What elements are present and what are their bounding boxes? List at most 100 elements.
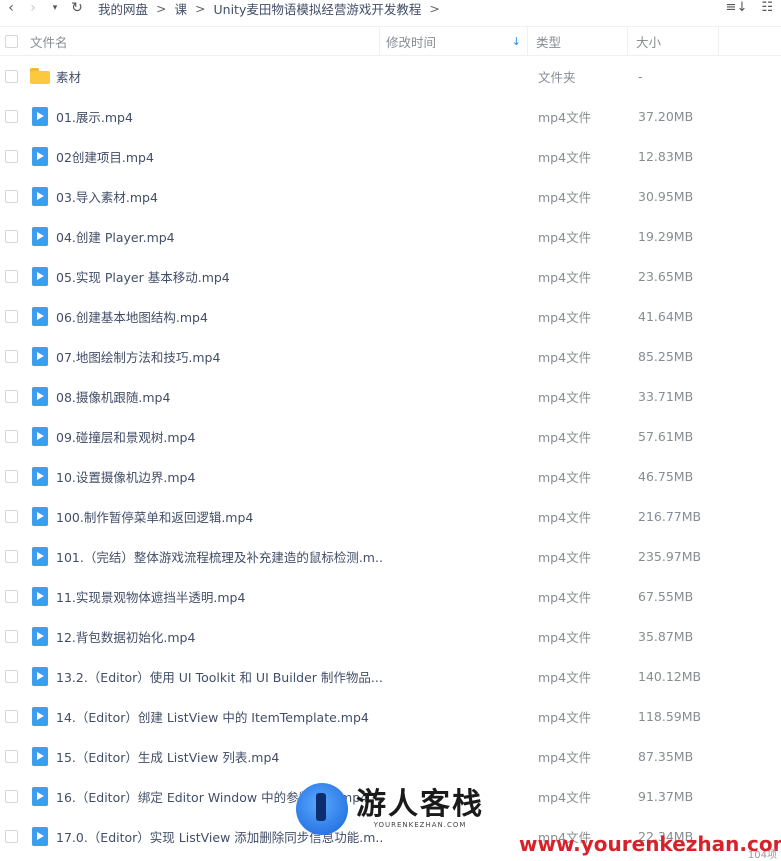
file-icon-cell <box>24 106 56 126</box>
row-checkbox[interactable] <box>4 429 18 443</box>
breadcrumb-item-root[interactable]: 我的网盘 <box>98 0 148 18</box>
file-icon-cell <box>24 68 56 84</box>
row-checkbox[interactable] <box>4 549 18 563</box>
column-header-size[interactable]: 大小 <box>628 27 719 55</box>
file-name[interactable]: 09.碰撞层和景观树.mp4 <box>56 427 382 446</box>
file-row[interactable]: 素材 文件夹 - <box>0 56 781 96</box>
file-row[interactable]: 08.摄像机跟随.mp4 mp4文件 33.71MB <box>0 376 781 416</box>
row-checkbox[interactable] <box>4 709 18 723</box>
file-type: mp4文件 <box>538 429 592 445</box>
file-size: 67.55MB <box>638 588 694 604</box>
row-checkbox[interactable] <box>4 189 18 203</box>
row-checkbox[interactable] <box>4 349 18 363</box>
watermark-logo-icon <box>296 783 348 835</box>
video-file-icon <box>32 786 48 806</box>
row-checkbox[interactable] <box>4 669 18 683</box>
file-row[interactable]: 11.实现景观物体遮挡半透明.mp4 mp4文件 67.55MB <box>0 576 781 616</box>
file-name[interactable]: 07.地图绘制方法和技巧.mp4 <box>56 347 382 366</box>
row-checkbox[interactable] <box>4 269 18 283</box>
file-size: 35.87MB <box>638 628 694 644</box>
file-row[interactable]: 05.实现 Player 基本移动.mp4 mp4文件 23.65MB <box>0 256 781 296</box>
file-icon-cell <box>24 186 56 206</box>
row-select-cell <box>0 789 22 803</box>
row-checkbox[interactable] <box>4 109 18 123</box>
row-checkbox[interactable] <box>4 789 18 803</box>
video-file-icon <box>32 506 48 526</box>
file-row[interactable]: 03.导入素材.mp4 mp4文件 30.95MB <box>0 176 781 216</box>
row-select-cell <box>0 269 22 283</box>
row-checkbox[interactable] <box>4 749 18 763</box>
grid-view-icon[interactable]: ☷ <box>761 0 773 15</box>
video-file-icon <box>32 106 48 126</box>
sort-order-icon[interactable]: ≡↓ <box>726 0 748 15</box>
breadcrumb-item-current[interactable]: Unity麦田物语模拟经营游戏开发教程 <box>214 0 422 18</box>
file-name[interactable]: 02创建项目.mp4 <box>56 147 382 166</box>
file-row[interactable]: 02创建项目.mp4 mp4文件 12.83MB <box>0 136 781 176</box>
file-name[interactable]: 13.2.（Editor）使用 UI Toolkit 和 UI Builder … <box>56 667 382 686</box>
file-row[interactable]: 07.地图绘制方法和技巧.mp4 mp4文件 85.25MB <box>0 336 781 376</box>
file-name[interactable]: 100.制作暂停菜单和返回逻辑.mp4 <box>56 507 382 526</box>
column-header-type[interactable]: 类型 <box>528 27 628 55</box>
file-name[interactable]: 05.实现 Player 基本移动.mp4 <box>56 267 382 286</box>
row-checkbox[interactable] <box>4 509 18 523</box>
caret-down-icon: ▾ <box>52 3 58 13</box>
file-name[interactable]: 14.（Editor）创建 ListView 中的 ItemTemplate.m… <box>56 707 382 726</box>
row-select-cell <box>0 109 22 123</box>
history-dropdown-button[interactable]: ▾ <box>44 0 66 16</box>
video-file-icon <box>32 226 48 246</box>
row-select-cell <box>0 429 22 443</box>
row-checkbox[interactable] <box>4 389 18 403</box>
row-checkbox[interactable] <box>4 829 18 843</box>
file-name[interactable]: 101.（完结）整体游戏流程梳理及补充建造的鼠标检测.m... <box>56 547 382 566</box>
file-row[interactable]: 01.展示.mp4 mp4文件 37.20MB <box>0 96 781 136</box>
row-select-cell <box>0 509 22 523</box>
file-row[interactable]: 13.2.（Editor）使用 UI Toolkit 和 UI Builder … <box>0 656 781 696</box>
row-checkbox[interactable] <box>4 469 18 483</box>
file-list: 素材 文件夹 - 01.展示.mp4 mp4文件 37.20MB 02创建项目.mp4 mp4… <box>0 56 781 856</box>
row-select-cell <box>0 349 22 363</box>
file-name[interactable]: 10.设置摄像机边界.mp4 <box>56 467 382 486</box>
file-row[interactable]: 15.（Editor）生成 ListView 列表.mp4 mp4文件 87.35M… <box>0 736 781 776</box>
file-row[interactable]: 04.创建 Player.mp4 mp4文件 19.29MB <box>0 216 781 256</box>
watermark-url: www.yourenkezhan.com <box>519 832 781 856</box>
file-name[interactable]: 03.导入素材.mp4 <box>56 187 382 206</box>
row-select-cell <box>0 829 22 843</box>
file-name[interactable]: 04.创建 Player.mp4 <box>56 227 382 246</box>
file-icon-cell <box>24 586 56 606</box>
back-button[interactable]: ‹ <box>0 0 22 16</box>
file-row[interactable]: 10.设置摄像机边界.mp4 mp4文件 46.75MB <box>0 456 781 496</box>
file-type: mp4文件 <box>538 629 592 645</box>
file-name[interactable]: 15.（Editor）生成 ListView 列表.mp4 <box>56 747 382 766</box>
file-row[interactable]: 101.（完结）整体游戏流程梳理及补充建造的鼠标检测.m... mp4文件 235.… <box>0 536 781 576</box>
refresh-button[interactable]: ↻ <box>66 0 88 16</box>
file-name[interactable]: 01.展示.mp4 <box>56 107 382 126</box>
file-icon-cell <box>24 706 56 726</box>
file-row[interactable]: 06.创建基本地图结构.mp4 mp4文件 41.64MB <box>0 296 781 336</box>
select-all-checkbox[interactable] <box>4 34 18 48</box>
row-select-cell <box>0 229 22 243</box>
chevron-left-icon: ‹ <box>8 0 14 16</box>
row-checkbox[interactable] <box>4 69 18 83</box>
file-type: mp4文件 <box>538 669 592 685</box>
file-name[interactable]: 素材 <box>56 67 382 86</box>
row-checkbox[interactable] <box>4 589 18 603</box>
row-checkbox[interactable] <box>4 309 18 323</box>
file-name[interactable]: 12.背包数据初始化.mp4 <box>56 627 382 646</box>
row-checkbox[interactable] <box>4 149 18 163</box>
row-checkbox[interactable] <box>4 629 18 643</box>
breadcrumb: 我的网盘 > 课 > Unity麦田物语模拟经营游戏开发教程 > <box>98 0 448 18</box>
file-row[interactable]: 12.背包数据初始化.mp4 mp4文件 35.87MB <box>0 616 781 656</box>
breadcrumb-item-course[interactable]: 课 <box>175 0 188 18</box>
video-file-icon <box>32 546 48 566</box>
column-header-modified[interactable]: 修改时间 ↓ <box>380 27 528 55</box>
file-name[interactable]: 08.摄像机跟随.mp4 <box>56 387 382 406</box>
file-icon-cell <box>24 306 56 326</box>
row-checkbox[interactable] <box>4 229 18 243</box>
file-row[interactable]: 09.碰撞层和景观树.mp4 mp4文件 57.61MB <box>0 416 781 456</box>
column-header-name[interactable]: 文件名 <box>22 27 380 55</box>
forward-button[interactable]: › <box>22 0 44 16</box>
file-row[interactable]: 100.制作暂停菜单和返回逻辑.mp4 mp4文件 216.77MB <box>0 496 781 536</box>
file-name[interactable]: 11.实现景观物体遮挡半透明.mp4 <box>56 587 382 606</box>
file-name[interactable]: 06.创建基本地图结构.mp4 <box>56 307 382 326</box>
file-row[interactable]: 14.（Editor）创建 ListView 中的 ItemTemplate.m… <box>0 696 781 736</box>
